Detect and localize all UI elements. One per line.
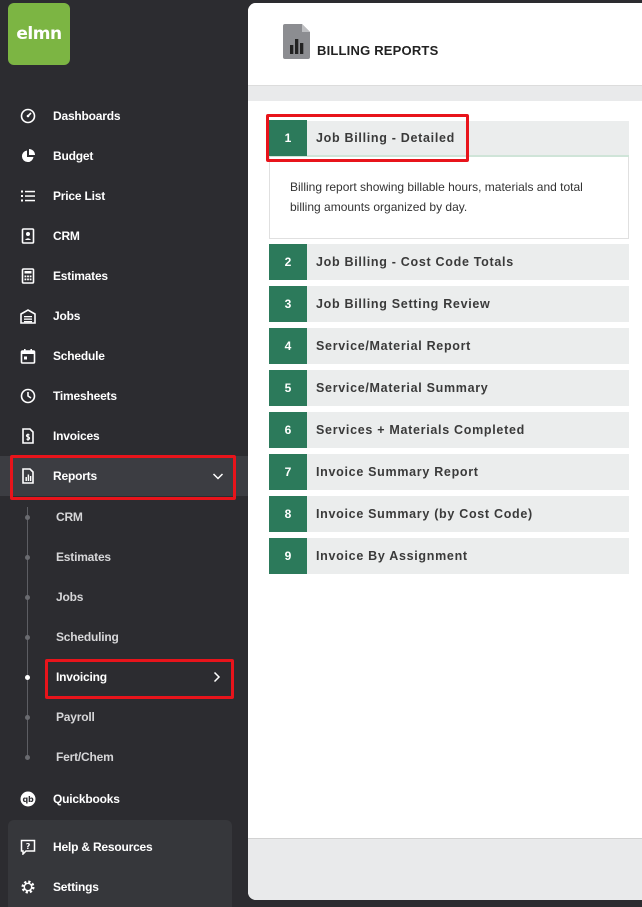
page-title: BILLING REPORTS — [317, 43, 439, 58]
report-row-3[interactable]: 3 Job Billing Setting Review — [269, 286, 629, 322]
submenu-item-fert-chem[interactable]: Fert/Chem — [0, 737, 248, 777]
sidebar-item-invoices[interactable]: Invoices — [0, 416, 248, 456]
sidebar-item-crm[interactable]: CRM — [0, 216, 248, 256]
submenu-dot — [25, 714, 30, 720]
report-number: 4 — [269, 328, 307, 364]
list-icon — [20, 188, 36, 204]
svg-text:?: ? — [26, 842, 31, 851]
calendar-icon — [20, 348, 36, 364]
report-number: 7 — [269, 454, 307, 490]
sidebar-item-estimates[interactable]: Estimates — [0, 256, 248, 296]
report-list: 1 Job Billing - Detailed Billing report … — [248, 101, 642, 838]
report-row-6[interactable]: 6 Services + Materials Completed — [269, 412, 629, 448]
report-label: Service/Material Report — [316, 339, 472, 353]
report-row-7[interactable]: 7 Invoice Summary Report — [269, 454, 629, 490]
sidebar-item-jobs[interactable]: Jobs — [0, 296, 248, 336]
sidebar-item-help[interactable]: ? Help & Resources — [0, 827, 248, 867]
page-header: BILLING REPORTS — [248, 3, 642, 85]
report-number: 8 — [269, 496, 307, 532]
report-label: Job Billing - Cost Code Totals — [316, 255, 514, 269]
calculator-icon — [20, 268, 36, 284]
garage-icon — [20, 308, 36, 324]
invoice-icon — [20, 428, 36, 444]
report-number: 3 — [269, 286, 307, 322]
report-row-5[interactable]: 5 Service/Material Summary — [269, 370, 629, 406]
report-row-9[interactable]: 9 Invoice By Assignment — [269, 538, 629, 574]
gear-icon — [20, 879, 36, 895]
submenu-item-estimates[interactable]: Estimates — [0, 537, 248, 577]
sidebar-item-dashboards[interactable]: Dashboards — [0, 96, 248, 136]
report-number: 1 — [269, 120, 307, 156]
main-content: BILLING REPORTS 1 Job Billing - Detailed… — [248, 3, 642, 900]
submenu-dot-active — [25, 674, 30, 680]
submenu-item-crm[interactable]: CRM — [0, 497, 248, 537]
report-number: 9 — [269, 538, 307, 574]
report-document-icon — [283, 24, 310, 59]
report-row-1[interactable]: 1 Job Billing - Detailed — [269, 120, 629, 157]
report-icon — [20, 468, 36, 484]
report-label: Service/Material Summary — [316, 381, 489, 395]
report-label: Services + Materials Completed — [316, 423, 525, 437]
report-description: Billing report showing billable hours, m… — [269, 157, 629, 239]
submenu-item-scheduling[interactable]: Scheduling — [0, 617, 248, 657]
submenu-item-jobs[interactable]: Jobs — [0, 577, 248, 617]
gauge-icon — [20, 108, 36, 124]
header-divider-band — [248, 85, 642, 101]
submenu-item-payroll[interactable]: Payroll — [0, 697, 248, 737]
report-label: Job Billing Setting Review — [316, 297, 491, 311]
help-icon: ? — [20, 839, 36, 855]
submenu-dot — [25, 594, 30, 600]
report-label: Invoice Summary Report — [316, 465, 479, 479]
sidebar-item-price-list[interactable]: Price List — [0, 176, 248, 216]
submenu-dot — [25, 754, 30, 760]
chevron-down-icon[interactable] — [212, 470, 224, 482]
report-row-8[interactable]: 8 Invoice Summary (by Cost Code) — [269, 496, 629, 532]
contact-card-icon — [20, 228, 36, 244]
report-label: Job Billing - Detailed — [316, 131, 456, 145]
sidebar-item-timesheets[interactable]: Timesheets — [0, 376, 248, 416]
submenu-item-invoicing[interactable]: Invoicing — [0, 657, 248, 697]
report-label: Invoice By Assignment — [316, 549, 468, 563]
sidebar-item-budget[interactable]: Budget — [0, 136, 248, 176]
sidebar-item-schedule[interactable]: Schedule — [0, 336, 248, 376]
quickbooks-icon: qb — [20, 791, 36, 807]
elmn-logo[interactable]: elmn — [8, 3, 70, 65]
report-number: 5 — [269, 370, 307, 406]
report-label: Invoice Summary (by Cost Code) — [316, 507, 533, 521]
report-row-2[interactable]: 2 Job Billing - Cost Code Totals — [269, 244, 629, 280]
sidebar-item-reports[interactable]: Reports — [0, 456, 248, 496]
sidebar: elmn Dashboards Budget Price List CRM Es… — [0, 0, 248, 907]
submenu-dot — [25, 554, 30, 560]
chevron-right-icon — [213, 671, 221, 683]
page-footer — [248, 838, 642, 900]
svg-text:qb: qb — [22, 795, 34, 804]
report-number: 6 — [269, 412, 307, 448]
sidebar-item-quickbooks[interactable]: qb Quickbooks — [0, 779, 248, 819]
clock-icon — [20, 388, 36, 404]
pie-chart-icon — [20, 148, 36, 164]
submenu-dot — [25, 514, 30, 520]
sidebar-item-settings[interactable]: Settings — [0, 867, 248, 907]
report-row-4[interactable]: 4 Service/Material Report — [269, 328, 629, 364]
report-number: 2 — [269, 244, 307, 280]
submenu-dot — [25, 634, 30, 640]
